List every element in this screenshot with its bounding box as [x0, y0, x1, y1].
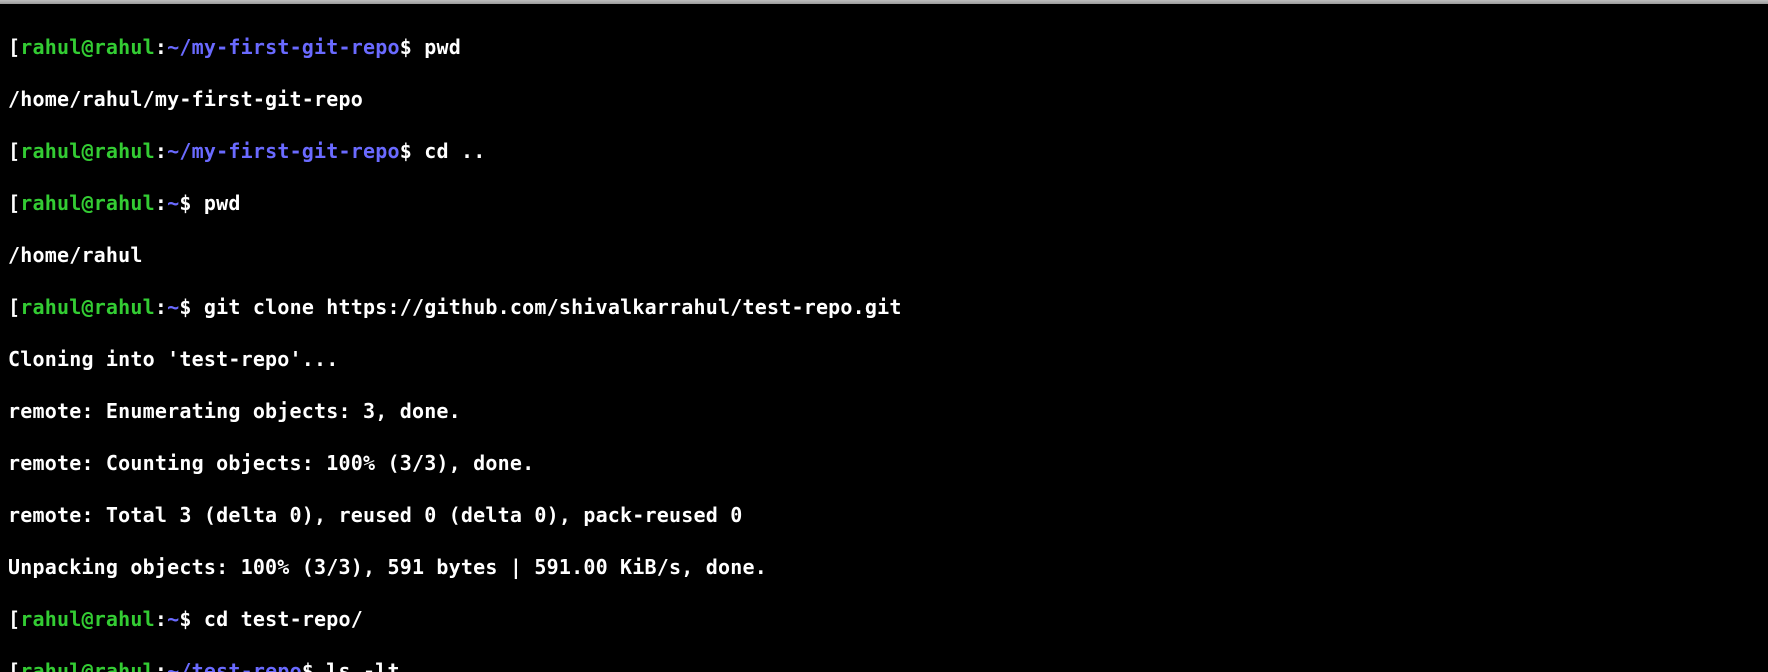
- colon: :: [155, 295, 167, 319]
- user-host: rahul@rahul: [20, 139, 155, 163]
- terminal[interactable]: [rahul@rahul:~/my-first-git-repo$ pwd /h…: [0, 4, 1768, 672]
- output-line: remote: Counting objects: 100% (3/3), do…: [8, 450, 1760, 476]
- user-host: rahul@rahul: [20, 191, 155, 215]
- user-host: rahul@rahul: [20, 607, 155, 631]
- command-text: pwd: [424, 35, 461, 59]
- bracket-open: [: [8, 35, 20, 59]
- output-line: /home/rahul/my-first-git-repo: [8, 86, 1760, 112]
- output-line: /home/rahul: [8, 242, 1760, 268]
- bracket-open: [: [8, 295, 20, 319]
- output-line: Unpacking objects: 100% (3/3), 591 bytes…: [8, 554, 1760, 580]
- cwd: ~: [167, 607, 179, 631]
- command-text: git clone https://github.com/shivalkarra…: [204, 295, 902, 319]
- colon: :: [155, 607, 167, 631]
- user-host: rahul@rahul: [20, 295, 155, 319]
- cwd: ~/test-repo: [167, 659, 302, 672]
- user-host: rahul@rahul: [20, 35, 155, 59]
- command-text: cd test-repo/: [204, 607, 363, 631]
- command-text: cd ..: [424, 139, 485, 163]
- bracket-close-dollar: $: [400, 35, 424, 59]
- user-host: rahul@rahul: [20, 659, 155, 672]
- output-line: remote: Total 3 (delta 0), reused 0 (del…: [8, 502, 1760, 528]
- cwd: ~: [167, 295, 179, 319]
- colon: :: [155, 139, 167, 163]
- cwd: ~/my-first-git-repo: [167, 139, 400, 163]
- colon: :: [155, 35, 167, 59]
- bracket-open: [: [8, 191, 20, 215]
- prompt-line: [rahul@rahul:~$ cd test-repo/: [8, 606, 1760, 632]
- bracket-close-dollar: $: [179, 191, 203, 215]
- bracket-close-dollar: $: [179, 295, 203, 319]
- colon: :: [155, 191, 167, 215]
- cwd: ~: [167, 191, 179, 215]
- bracket-close-dollar: $: [179, 607, 203, 631]
- colon: :: [155, 659, 167, 672]
- bracket-close-dollar: $: [400, 139, 424, 163]
- command-text: ls -lt: [326, 659, 399, 672]
- command-text: pwd: [204, 191, 241, 215]
- bracket-close-dollar: $: [302, 659, 326, 672]
- bracket-open: [: [8, 607, 20, 631]
- prompt-line: [rahul@rahul:~$ pwd: [8, 190, 1760, 216]
- bracket-open: [: [8, 139, 20, 163]
- output-line: remote: Enumerating objects: 3, done.: [8, 398, 1760, 424]
- prompt-line: [rahul@rahul:~$ git clone https://github…: [8, 294, 1760, 320]
- cwd: ~/my-first-git-repo: [167, 35, 400, 59]
- prompt-line: [rahul@rahul:~/test-repo$ ls -lt: [8, 658, 1760, 672]
- prompt-line: [rahul@rahul:~/my-first-git-repo$ cd ..: [8, 138, 1760, 164]
- prompt-line: [rahul@rahul:~/my-first-git-repo$ pwd: [8, 34, 1760, 60]
- output-line: Cloning into 'test-repo'...: [8, 346, 1760, 372]
- bracket-open: [: [8, 659, 20, 672]
